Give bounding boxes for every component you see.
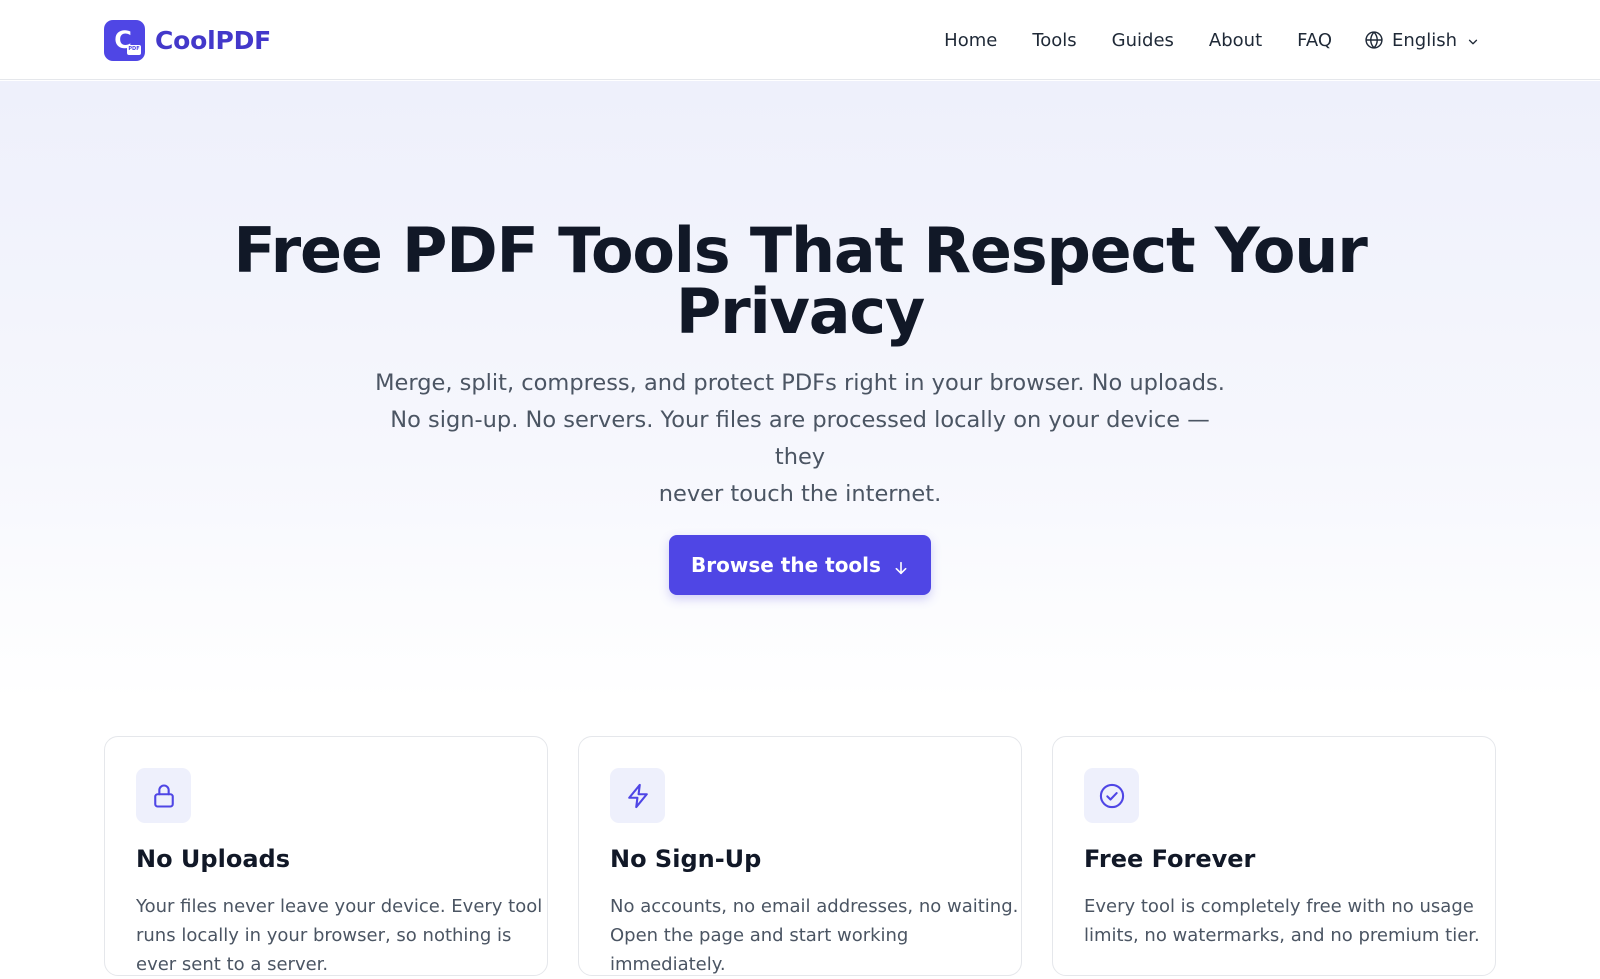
feature-text-line: runs locally in your browser, so nothing… (136, 925, 512, 946)
globe-icon (1364, 30, 1384, 50)
feature-text-line: limits, no watermarks, and no premium ti… (1084, 925, 1480, 946)
hero-subtitle-line: Merge, split, compress, and protect PDFs… (375, 370, 1225, 396)
language-selector[interactable]: English (1364, 30, 1480, 51)
nav-tools-link[interactable]: Tools (1032, 30, 1076, 51)
hero-title-line: Privacy (675, 275, 925, 348)
feature-card-no-signup: No Sign-Up No accounts, no email address… (578, 736, 1022, 976)
feature-text: Your files never leave your device. Ever… (136, 892, 543, 979)
hero-title: Free PDF Tools That Respect Your Privacy (0, 214, 1600, 348)
lock-icon (136, 768, 191, 823)
browse-tools-button[interactable]: Browse the tools (669, 535, 931, 595)
logo-pdf-tag: PDF (127, 44, 141, 55)
nav-guides-link[interactable]: Guides (1112, 30, 1174, 51)
language-label: English (1392, 29, 1457, 51)
feature-text: No accounts, no email addresses, no wait… (610, 892, 1019, 979)
feature-text-line: Open the page and start working (610, 925, 909, 946)
features-section: No Uploads Your files never leave your d… (104, 736, 1496, 976)
lightning-icon (610, 768, 665, 823)
nav-faq-link[interactable]: FAQ (1297, 30, 1332, 51)
hero-section: Free PDF Tools That Respect Your Privacy… (0, 81, 1600, 701)
feature-text-line: Your files never leave your device. Ever… (136, 896, 543, 917)
hero-title-line: Free PDF Tools That Respect Your (233, 214, 1367, 287)
coolpdf-logo-icon: C PDF (104, 19, 145, 61)
feature-title: No Uploads (136, 845, 290, 873)
feature-text-line: immediately. (610, 954, 726, 975)
brand-name: CoolPDF (155, 25, 272, 55)
nav-home-link[interactable]: Home (944, 30, 997, 51)
feature-card-no-uploads: No Uploads Your files never leave your d… (104, 736, 548, 976)
brand-logo-link[interactable]: C PDF CoolPDF (104, 19, 271, 61)
main-nav: Home Tools Guides About FAQ English (944, 0, 1480, 80)
browse-tools-label: Browse the tools (691, 553, 881, 577)
feature-title: No Sign-Up (610, 845, 762, 873)
arrow-down-icon (893, 557, 909, 575)
hero-subtitle: Merge, split, compress, and protect PDFs… (370, 365, 1230, 513)
nav-about-link[interactable]: About (1209, 30, 1262, 51)
feature-text-line: ever sent to a server. (136, 954, 329, 975)
feature-text-line: No accounts, no email addresses, no wait… (610, 896, 1019, 917)
site-header: C PDF CoolPDF Home Tools Guides About FA… (0, 0, 1600, 80)
hero-subtitle-line: never touch the internet. (658, 481, 942, 507)
hero-subtitle-line: No sign-up. No servers. Your files are p… (390, 407, 1210, 470)
feature-title: Free Forever (1084, 845, 1256, 873)
feature-text: Every tool is completely free with no us… (1084, 892, 1480, 950)
feature-text-line: Every tool is completely free with no us… (1084, 896, 1474, 917)
check-circle-icon (1084, 768, 1139, 823)
feature-card-free-forever: Free Forever Every tool is completely fr… (1052, 736, 1496, 976)
chevron-down-icon (1466, 33, 1480, 47)
